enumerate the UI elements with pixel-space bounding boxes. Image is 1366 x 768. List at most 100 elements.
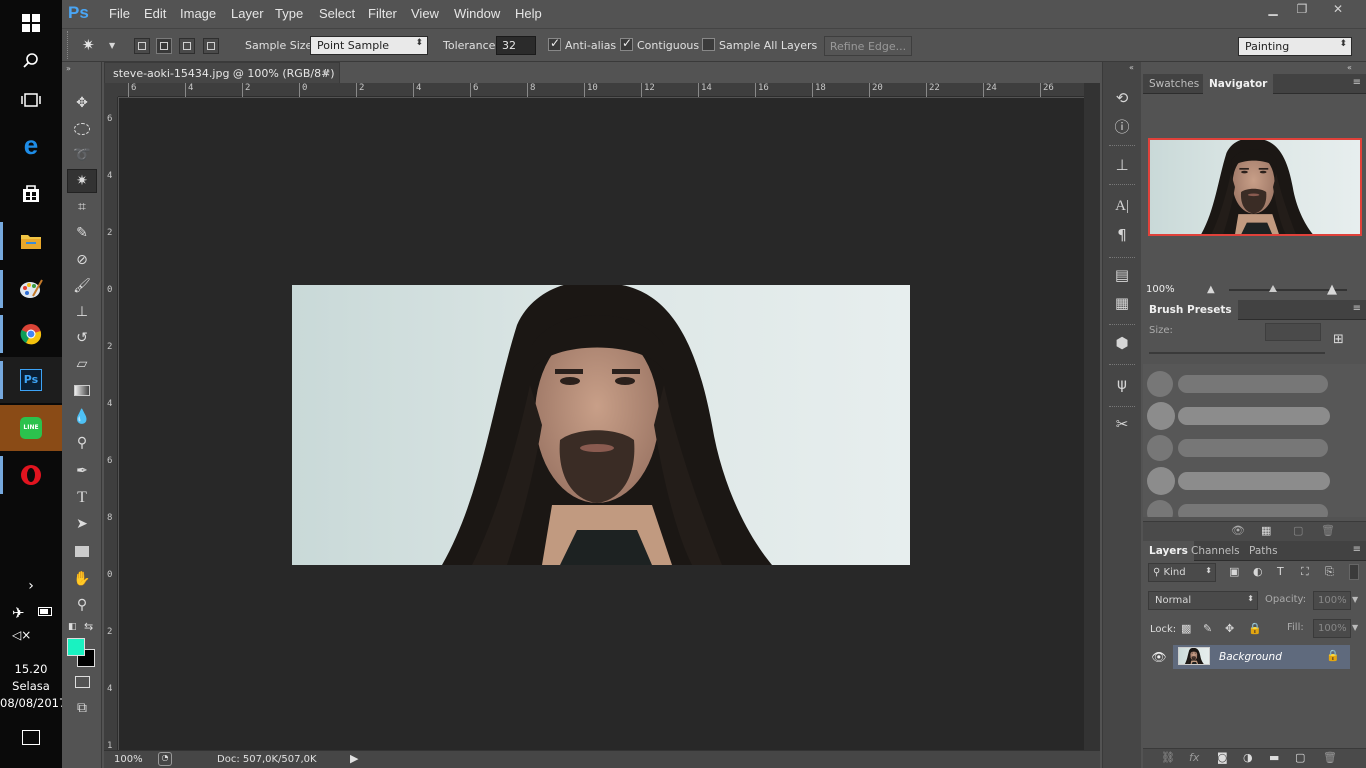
menu-image[interactable]: Image	[180, 6, 216, 21]
fill-dropdown-icon[interactable]: ▼	[1352, 623, 1358, 632]
info-panel-button[interactable]: ⓘ	[1109, 116, 1135, 138]
blend-mode-select[interactable]: Normal ⬍	[1148, 591, 1258, 610]
menu-filter[interactable]: Filter	[368, 6, 397, 21]
status-info-icon[interactable]: ◔	[158, 752, 172, 766]
collapse-panels-icon[interactable]: «	[1347, 63, 1352, 72]
brush-panel-toggle-icon[interactable]: ⊞	[1333, 332, 1353, 350]
tool-presets-panel-button[interactable]: ✂	[1109, 415, 1135, 437]
tolerance-input[interactable]: 32	[496, 36, 536, 55]
action-center-icon[interactable]	[22, 730, 40, 745]
anti-alias-checkbox[interactable]	[548, 36, 561, 51]
gradient-tool[interactable]	[67, 378, 97, 402]
paragraph-panel-button[interactable]: ¶	[1109, 226, 1135, 248]
restore-button[interactable]: ❐	[1288, 2, 1316, 20]
new-selection-button[interactable]	[134, 38, 150, 54]
menu-select[interactable]: Select	[319, 6, 355, 21]
lock-paint-icon[interactable]: ✎	[1203, 622, 1212, 635]
brush-preset-list[interactable]	[1143, 364, 1366, 517]
screen-mode-button[interactable]: ⧉	[67, 696, 97, 720]
contiguous-label[interactable]: Contiguous	[637, 39, 699, 52]
navigator-zoom-value[interactable]: 100%	[1146, 284, 1175, 295]
pen-tool[interactable]: ✒	[67, 459, 97, 483]
fx-icon[interactable]: fx	[1189, 751, 1199, 764]
menu-type[interactable]: Type	[275, 6, 303, 21]
menu-file[interactable]: File	[109, 6, 130, 21]
opera-button[interactable]	[0, 452, 62, 498]
layer-background-row[interactable]: Background 🔒	[1173, 645, 1350, 669]
clone-source-panel-button[interactable]: ⊥	[1109, 156, 1135, 178]
fill-input[interactable]: 100%	[1313, 619, 1351, 638]
contiguous-checkbox[interactable]	[620, 36, 633, 51]
edge-button[interactable]: e	[0, 122, 62, 168]
path-selection-tool[interactable]: ➤	[67, 512, 97, 536]
rectangle-tool[interactable]	[67, 539, 97, 563]
filter-toggle[interactable]	[1349, 564, 1359, 580]
brush-size-input[interactable]	[1265, 323, 1321, 341]
opacity-input[interactable]: 100%	[1313, 591, 1351, 610]
filter-pixel-icon[interactable]: ▣	[1229, 565, 1239, 578]
tool-preset-picker[interactable]: ✷ ▼	[82, 36, 118, 58]
brush-tool[interactable]: 🖌	[67, 274, 97, 298]
hand-tool[interactable]: ✋	[67, 567, 97, 591]
subtract-selection-button[interactable]	[179, 38, 195, 54]
close-window-button[interactable]: ✕	[1324, 2, 1352, 20]
show-hidden-icons-button[interactable]: ›	[0, 566, 62, 606]
delete-layer-icon[interactable]: 🗑	[1323, 751, 1337, 764]
panel-menu-icon[interactable]: ≡	[1353, 303, 1361, 314]
visibility-eye-icon[interactable]: 👁	[1147, 645, 1171, 669]
trash-icon[interactable]: 🗑	[1321, 524, 1335, 537]
options-grip[interactable]	[67, 31, 73, 59]
vertical-scrollbar[interactable]	[1084, 83, 1100, 750]
tab-paths[interactable]: Paths	[1243, 541, 1284, 561]
lock-transparent-icon[interactable]: ▩	[1181, 622, 1191, 635]
magic-wand-tool[interactable]: ✷	[67, 169, 97, 193]
foreground-color-swatch[interactable]	[67, 638, 85, 656]
sample-size-select[interactable]: Point Sample ⬍	[310, 36, 428, 55]
store-button[interactable]	[0, 170, 62, 216]
vertical-ruler[interactable]: 642024680241	[104, 97, 118, 751]
menu-help[interactable]: Help	[515, 6, 542, 21]
minimize-button[interactable]: ▁	[1259, 2, 1287, 20]
new-preset-icon[interactable]: ▢	[1293, 524, 1303, 537]
navigator-preview[interactable]	[1148, 138, 1362, 236]
battery-icon[interactable]	[38, 607, 52, 616]
chrome-button[interactable]	[0, 311, 62, 357]
volume-muted-icon[interactable]: ◁×	[12, 628, 31, 642]
menu-layer[interactable]: Layer	[231, 6, 264, 21]
anti-alias-label[interactable]: Anti-alias	[565, 39, 616, 52]
status-menu-arrow-icon[interactable]: ▶	[350, 752, 358, 765]
collapse-dock-icon[interactable]: «	[1129, 63, 1134, 72]
link-layers-icon[interactable]: ⛓	[1161, 751, 1175, 764]
quick-mask-button[interactable]	[67, 670, 97, 694]
dodge-tool[interactable]: ⚲	[67, 431, 97, 455]
close-document-icon[interactable]: ×	[322, 66, 331, 79]
adjustment-layer-icon[interactable]: ◑	[1243, 751, 1253, 764]
3d-panel-button[interactable]: ⬢	[1109, 334, 1135, 356]
photoshop-taskbar-button[interactable]: Ps	[0, 357, 62, 403]
sample-all-layers-checkbox[interactable]	[702, 38, 715, 51]
filter-shape-icon[interactable]: ⛶	[1301, 565, 1309, 579]
file-explorer-button[interactable]	[0, 218, 62, 264]
line-button[interactable]: LINE	[0, 405, 62, 451]
brush-panel-button[interactable]: ψ	[1109, 375, 1135, 397]
intersect-selection-button[interactable]	[203, 38, 219, 54]
move-tool[interactable]: ✥	[67, 91, 97, 115]
airplane-mode-icon[interactable]: ✈	[12, 604, 25, 622]
menu-window[interactable]: Window	[454, 6, 500, 21]
new-group-icon[interactable]: ▬	[1269, 751, 1279, 764]
type-tool[interactable]: T	[67, 486, 97, 510]
filter-adjustment-icon[interactable]: ◐	[1253, 565, 1263, 578]
brush-panel-icon[interactable]: ▦	[1261, 524, 1271, 537]
swap-colors-icon[interactable]: ⇆	[84, 620, 93, 633]
clock-date[interactable]: 08/08/2017	[0, 695, 66, 712]
document-image[interactable]	[292, 285, 910, 565]
add-to-selection-button[interactable]	[156, 38, 172, 54]
tab-channels[interactable]: Channels	[1185, 541, 1246, 561]
layer-name[interactable]: Background	[1219, 651, 1282, 663]
menu-edit[interactable]: Edit	[144, 6, 166, 21]
zoom-in-icon[interactable]: ▲	[1327, 282, 1337, 297]
clock-day[interactable]: Selasa	[0, 678, 62, 695]
workspace-select[interactable]: Painting ⬍	[1238, 37, 1352, 56]
eyedropper-tool[interactable]: ✎	[67, 221, 97, 245]
zoom-tool[interactable]: ⚲	[67, 593, 97, 617]
